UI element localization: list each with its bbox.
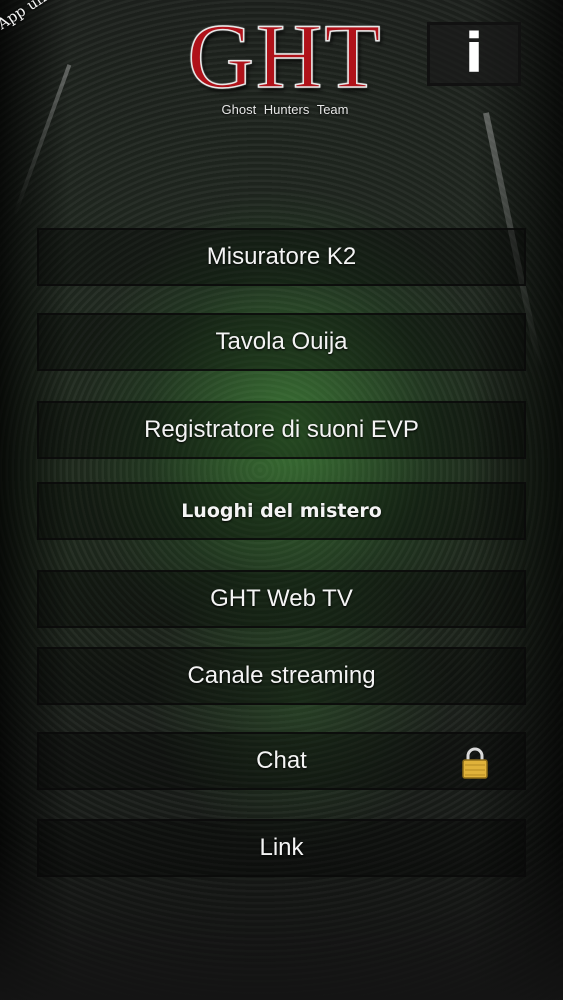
menu-button-label: Canale streaming: [187, 662, 376, 689]
menu-button-tavola-ouija[interactable]: Tavola Ouija: [37, 313, 526, 371]
menu-button-label: Luoghi del mistero: [181, 500, 382, 522]
menu-button-label: Link: [259, 834, 304, 861]
menu-button-ght-web-tv[interactable]: GHT Web TV: [37, 570, 526, 628]
menu-button-link[interactable]: Link: [37, 819, 526, 877]
menu-button-label: Registratore di suoni EVP: [144, 416, 419, 443]
logo-title: GHT: [187, 5, 383, 107]
lock-icon: [462, 747, 488, 779]
app-logo: GHT Ghost Hunters Team: [180, 5, 390, 117]
menu-button-canale-streaming[interactable]: Canale streaming: [37, 647, 526, 705]
menu-button-registratore-evp[interactable]: Registratore di suoni EVP: [37, 401, 526, 459]
info-button[interactable]: i: [427, 22, 521, 86]
menu-button-misuratore-k2[interactable]: Misuratore K2: [37, 228, 526, 286]
menu-button-label: Tavola Ouija: [215, 328, 348, 355]
info-icon: i: [464, 22, 484, 85]
menu-button-luoghi-del-mistero[interactable]: Luoghi del mistero: [37, 482, 526, 540]
menu-button-label: Chat: [256, 747, 307, 774]
menu-button-label: Misuratore K2: [206, 243, 357, 270]
menu-button-chat[interactable]: Chat: [37, 732, 526, 790]
menu-button-label: GHT Web TV: [210, 585, 353, 612]
